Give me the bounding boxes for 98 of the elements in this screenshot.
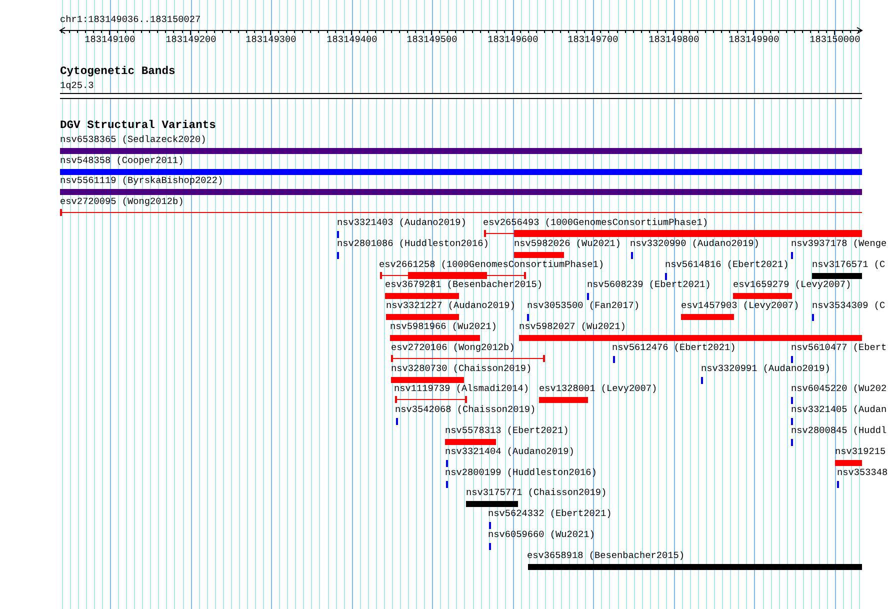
feature-marker[interactable]	[613, 356, 615, 363]
feature-label: nsv3937178 (Wenge	[791, 238, 887, 249]
feature-bar[interactable]	[519, 335, 862, 341]
tick-label: 183149800	[648, 34, 700, 45]
feature-bar[interactable]	[60, 148, 862, 154]
tick-label: 183149500	[406, 34, 458, 45]
feature-label: nsv3320991 (Audano2019)	[701, 363, 830, 374]
feature-label: esv2720095 (Wong2012b)	[60, 196, 184, 207]
feature-label: nsv6059660 (Wu2021)	[488, 529, 595, 540]
feature-marker[interactable]	[527, 314, 529, 321]
feature-span[interactable]	[380, 272, 526, 279]
feature-label: nsv6538365 (Sedlazeck2020)	[60, 134, 206, 145]
tick-label: 183149700	[567, 34, 619, 45]
feature-marker[interactable]	[791, 397, 793, 404]
feature-bar[interactable]	[733, 293, 792, 299]
feature-bar[interactable]	[60, 189, 862, 195]
track-title: DGV Structural Variants	[60, 120, 216, 133]
feature-label: nsv5982026 (Wu2021)	[514, 238, 621, 249]
feature-label: nsv2800845 (Huddl	[791, 425, 887, 436]
feature-bar[interactable]	[445, 439, 496, 445]
feature-bar[interactable]	[681, 314, 734, 320]
feature-marker[interactable]	[812, 314, 814, 321]
feature-marker[interactable]	[791, 252, 793, 259]
band-label: 1q25.3	[60, 80, 94, 91]
feature-label: nsv3176571 (C	[812, 259, 886, 270]
feature-span[interactable]	[391, 355, 545, 362]
feature-label: nsv3321405 (Audan	[791, 404, 887, 415]
tick-label: 183149300	[245, 34, 297, 45]
feature-marker[interactable]	[791, 356, 793, 363]
feature-label: nsv5561119 (ByrskaBishop2022)	[60, 175, 224, 186]
tick-label: 183149600	[487, 34, 539, 45]
feature-label: nsv6045220 (Wu202	[791, 383, 887, 394]
feature-label: esv2661258 (1000GenomesConsortiumPhase1)	[379, 259, 604, 270]
feature-bar[interactable]	[390, 335, 480, 341]
tick-label: 183149200	[165, 34, 217, 45]
location-label: chr1:183149036..183150027	[60, 14, 201, 25]
feature-marker[interactable]	[587, 293, 589, 300]
feature-marker[interactable]	[837, 481, 839, 488]
feature-label: nsv5982027 (Wu2021)	[519, 321, 626, 332]
feature-marker[interactable]	[446, 460, 448, 467]
feature-bar[interactable]	[391, 377, 464, 383]
feature-bar[interactable]	[514, 252, 564, 258]
feature-label: esv3679281 (Besenbacher2015)	[385, 279, 543, 290]
feature-label: nsv3320990 (Audano2019)	[630, 238, 760, 249]
feature-label: nsv3175771 (Chaisson2019)	[466, 487, 607, 498]
feature-bar[interactable]	[528, 564, 862, 570]
feature-label: nsv3534309 (C	[812, 300, 886, 311]
feature-span[interactable]	[60, 209, 862, 216]
feature-label: esv2720106 (Wong2012b)	[391, 342, 515, 353]
feature-span[interactable]	[484, 230, 862, 237]
feature-label: nsv319215	[835, 446, 886, 457]
feature-marker[interactable]	[446, 481, 448, 488]
feature-label: nsv5624332 (Ebert2021)	[488, 508, 612, 519]
feature-bar[interactable]	[539, 397, 588, 403]
tick-label: 183149400	[326, 34, 378, 45]
feature-label: nsv2800199 (Huddleston2016)	[445, 467, 597, 478]
feature-label: nsv5614816 (Ebert2021)	[665, 259, 789, 270]
feature-marker[interactable]	[489, 522, 491, 529]
feature-marker[interactable]	[337, 252, 339, 259]
tick-label: 183149100	[84, 34, 136, 45]
feature-label: nsv548358 (Cooper2011)	[60, 155, 184, 166]
feature-label: nsv5578313 (Ebert2021)	[445, 425, 569, 436]
feature-bar[interactable]	[386, 314, 459, 320]
feature-span[interactable]	[395, 396, 467, 403]
tick-label: 183150000	[809, 34, 861, 45]
feature-marker[interactable]	[396, 418, 398, 425]
feature-bar[interactable]	[812, 273, 862, 279]
feature-marker[interactable]	[631, 252, 633, 259]
feature-marker[interactable]	[791, 439, 793, 446]
feature-label: esv1659279 (Levy2007)	[733, 279, 852, 290]
feature-label: nsv5608239 (Ebert2021)	[587, 279, 711, 290]
feature-label: nsv1119739 (Alsmadi2014)	[394, 383, 530, 394]
feature-label: nsv353348	[837, 467, 888, 478]
feature-label: nsv2801086 (Huddleston2016)	[337, 238, 489, 249]
feature-marker[interactable]	[701, 377, 703, 384]
feature-bar[interactable]	[466, 501, 518, 507]
feature-label: esv2656493 (1000GenomesConsortiumPhase1)	[483, 217, 708, 228]
feature-label: esv3658918 (Besenbacher2015)	[527, 550, 685, 561]
feature-label: esv1457903 (Levy2007)	[681, 300, 800, 311]
feature-label: nsv3280730 (Chaisson2019)	[391, 363, 532, 374]
feature-label: nsv5610477 (Ebert	[791, 342, 887, 353]
track-title: Cytogenetic Bands	[60, 66, 176, 79]
feature-marker[interactable]	[337, 231, 339, 238]
feature-label: nsv3053500 (Fan2017)	[527, 300, 640, 311]
feature-bar[interactable]	[60, 169, 862, 175]
feature-marker[interactable]	[665, 273, 667, 280]
feature-label: nsv3321404 (Audano2019)	[445, 446, 574, 457]
feature-label: nsv3542068 (Chaisson2019)	[395, 404, 536, 415]
feature-label: nsv3321403 (Audano2019)	[337, 217, 466, 228]
feature-label: nsv3321227 (Audano2019)	[386, 300, 516, 311]
feature-marker[interactable]	[489, 543, 491, 550]
feature-bar[interactable]	[835, 460, 862, 466]
feature-bar[interactable]	[385, 293, 459, 299]
feature-label: nsv5981966 (Wu2021)	[390, 321, 497, 332]
tick-label: 183149900	[728, 34, 780, 45]
feature-marker[interactable]	[791, 418, 793, 425]
feature-label: esv1328001 (Levy2007)	[539, 383, 658, 394]
feature-label: nsv5612476 (Ebert2021)	[612, 342, 736, 353]
